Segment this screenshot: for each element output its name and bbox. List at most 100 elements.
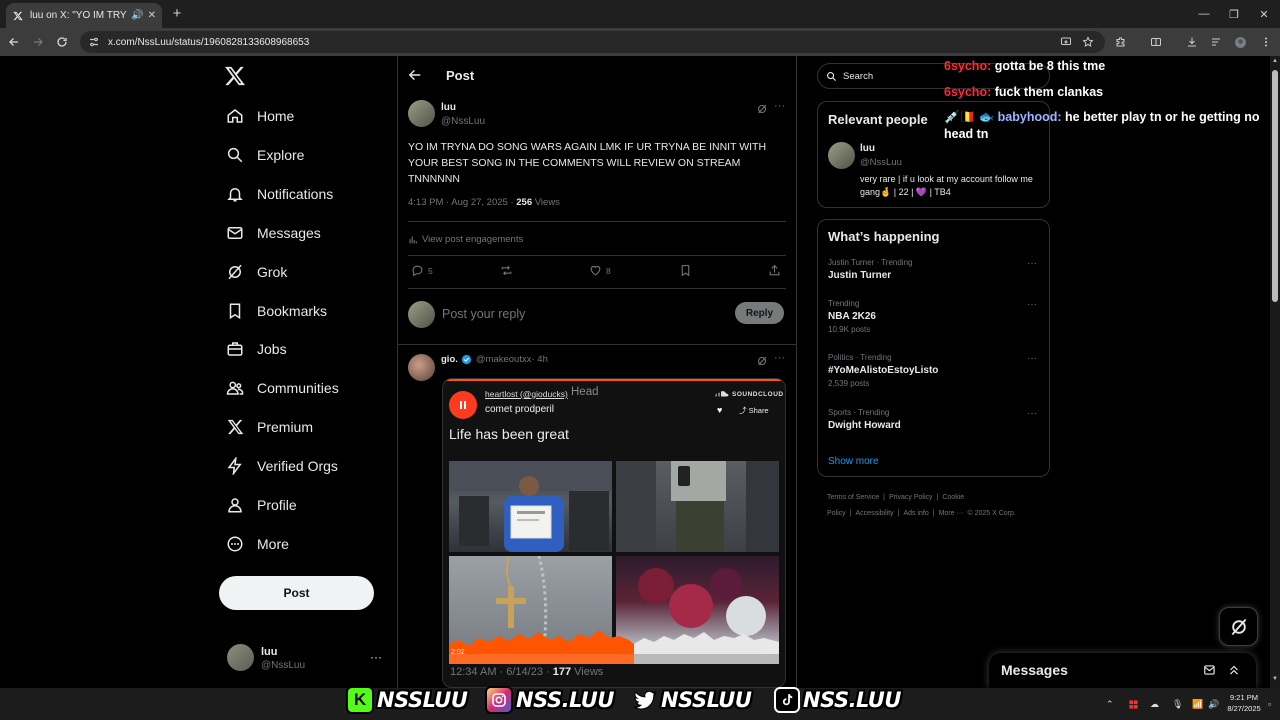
sidebar-item-jobs[interactable]: Jobs bbox=[226, 336, 287, 362]
split-view-icon[interactable] bbox=[1150, 32, 1162, 52]
trend-more-icon[interactable]: ··· bbox=[1027, 408, 1037, 419]
like-action[interactable]: 8 bbox=[589, 264, 611, 277]
grok-icon[interactable] bbox=[756, 354, 768, 366]
reading-list-icon[interactable] bbox=[1210, 32, 1222, 52]
back-arrow-icon[interactable] bbox=[408, 68, 422, 82]
sidebar-item-bookmarks[interactable]: Bookmarks bbox=[226, 298, 327, 324]
trend-item[interactable]: Justin Turner · Trending Justin Turner ··· bbox=[828, 258, 1043, 281]
soundcloud-waveform[interactable] bbox=[449, 614, 779, 664]
footer-link[interactable]: Terms of Service bbox=[827, 494, 879, 501]
soundcloud-embed[interactable]: Head heartlost (@gioducks) comet prodper… bbox=[442, 378, 786, 688]
pause-button[interactable] bbox=[449, 391, 477, 419]
cloud-icon[interactable]: ☁ bbox=[1150, 688, 1159, 720]
avatar bbox=[408, 301, 435, 328]
share-action[interactable] bbox=[768, 264, 785, 277]
soundcloud-artist[interactable]: heartlost (@gioducks) bbox=[485, 389, 568, 399]
wifi-icon[interactable]: 📶 bbox=[1192, 688, 1203, 720]
repost-action[interactable] bbox=[500, 264, 517, 277]
trend-context: Sports · Trending bbox=[828, 408, 890, 417]
heart-icon[interactable]: ♥ bbox=[717, 405, 722, 415]
volume-icon[interactable]: 🔊 bbox=[1208, 688, 1219, 720]
post-action-bar: 5 8 bbox=[408, 264, 788, 280]
avatar[interactable] bbox=[408, 100, 435, 127]
reload-icon[interactable] bbox=[52, 32, 72, 52]
relevant-person-name[interactable]: luu bbox=[860, 143, 875, 154]
extensions-icon[interactable] bbox=[1115, 32, 1127, 52]
footer-link[interactable]: Accessibility bbox=[856, 510, 894, 517]
comment-author-handle[interactable]: @makeoutxx bbox=[476, 354, 532, 365]
sidebar-item-notifications[interactable]: Notifications bbox=[226, 181, 333, 207]
close-tab-icon[interactable]: ✕ bbox=[148, 10, 156, 21]
comment-author-name[interactable]: gio. bbox=[441, 354, 458, 365]
expand-up-icon[interactable] bbox=[1227, 663, 1241, 677]
forward-icon[interactable] bbox=[28, 32, 48, 52]
more-icon[interactable]: ··· bbox=[774, 100, 785, 112]
url-bar[interactable]: x.com/NssLuu/status/1960828133608968653 bbox=[80, 31, 1105, 53]
post-author-name[interactable]: luu bbox=[441, 102, 456, 113]
x-logo-icon[interactable] bbox=[224, 66, 248, 88]
trend-item[interactable]: Politics · Trending #YoMeAlistoEstoyListo… bbox=[828, 353, 1043, 388]
new-message-icon[interactable] bbox=[1203, 663, 1217, 677]
page-scrollbar[interactable]: ▲ ▼ bbox=[1270, 56, 1280, 688]
sidebar-item-explore[interactable]: Explore bbox=[226, 142, 304, 168]
grok-icon[interactable] bbox=[756, 102, 768, 114]
avatar[interactable] bbox=[408, 354, 435, 381]
trend-item[interactable]: Trending NBA 2K26 10.9K posts ··· bbox=[828, 299, 1043, 334]
reply-action[interactable]: 5 bbox=[411, 264, 433, 277]
soundcloud-track-title[interactable]: comet prodperil bbox=[485, 404, 554, 415]
bookmark-action[interactable] bbox=[679, 264, 696, 277]
grok-float-button[interactable] bbox=[1219, 607, 1258, 646]
close-window-icon[interactable]: ✕ bbox=[1244, 0, 1280, 28]
profile-icon[interactable] bbox=[1234, 32, 1247, 52]
speaker-icon[interactable]: 🔊 bbox=[131, 10, 143, 21]
footer-link[interactable]: More ··· bbox=[939, 510, 964, 517]
footer-link[interactable]: Privacy Policy bbox=[889, 494, 933, 501]
back-icon[interactable] bbox=[4, 32, 24, 52]
post-timestamp[interactable]: 4:13 PM · Aug 27, 2025 · bbox=[408, 197, 516, 208]
sidebar-item-profile[interactable]: Profile bbox=[226, 492, 297, 518]
bookmark-star-icon[interactable] bbox=[1082, 32, 1094, 52]
tiktok-logo-icon bbox=[774, 687, 800, 713]
relevant-person-handle[interactable]: @NssLuu bbox=[860, 157, 902, 168]
tray-app-icon[interactable] bbox=[1128, 688, 1139, 720]
sidebar-item-communities[interactable]: Communities bbox=[226, 375, 339, 401]
site-info-icon[interactable] bbox=[88, 36, 100, 48]
messages-drawer[interactable]: Messages bbox=[989, 653, 1256, 688]
sidebar-item-messages[interactable]: Messages bbox=[226, 220, 321, 246]
trend-more-icon[interactable]: ··· bbox=[1027, 353, 1037, 364]
download-icon[interactable] bbox=[1186, 32, 1198, 52]
post-author-handle[interactable]: @NssLuu bbox=[441, 116, 485, 127]
soundcloud-logo[interactable]: SOUNDCLOUD bbox=[715, 390, 784, 398]
browser-menu-icon[interactable] bbox=[1260, 32, 1272, 52]
reply-input[interactable] bbox=[442, 305, 722, 323]
account-more-icon[interactable]: ··· bbox=[370, 650, 382, 664]
trend-more-icon[interactable]: ··· bbox=[1027, 258, 1037, 269]
scroll-up-icon[interactable]: ▲ bbox=[1272, 58, 1278, 64]
scroll-down-icon[interactable]: ▼ bbox=[1272, 676, 1278, 682]
post-button[interactable]: Post bbox=[219, 576, 374, 610]
account-switcher[interactable]: luu @NssLuu ··· bbox=[227, 644, 387, 674]
more-icon[interactable]: ··· bbox=[774, 352, 785, 364]
trend-more-icon[interactable]: ··· bbox=[1027, 299, 1037, 310]
install-app-icon[interactable] bbox=[1060, 32, 1072, 52]
sidebar-item-home[interactable]: Home bbox=[226, 103, 294, 129]
avatar[interactable] bbox=[828, 142, 855, 169]
view-engagements-link[interactable]: View post engagements bbox=[408, 234, 523, 245]
trend-item[interactable]: Sports · Trending Dwight Howard ··· bbox=[828, 408, 1043, 431]
browser-tab[interactable]: luu on X: "YO IM TRYNA DO 🔊 ✕ bbox=[6, 3, 162, 28]
scroll-thumb[interactable] bbox=[1272, 70, 1278, 302]
microphone-icon[interactable]: 🎙 bbox=[1172, 688, 1183, 720]
show-more-link[interactable]: Show more bbox=[828, 456, 879, 467]
sidebar-item-grok[interactable]: Grok bbox=[226, 259, 287, 285]
reply-button[interactable]: Reply bbox=[735, 302, 784, 324]
sidebar-item-verified-orgs[interactable]: Verified Orgs bbox=[226, 453, 338, 479]
notifications-icon[interactable]: ▫ bbox=[1268, 688, 1271, 720]
sidebar-item-premium[interactable]: Premium bbox=[226, 414, 313, 440]
footer-link[interactable]: Ads info bbox=[903, 510, 928, 517]
share-button[interactable]: ⤴ Share bbox=[739, 405, 769, 416]
sidebar-item-more[interactable]: More bbox=[226, 531, 289, 557]
new-tab-button[interactable]: + bbox=[168, 5, 186, 23]
tray-chevron-icon[interactable]: ⌃ bbox=[1106, 688, 1114, 720]
comment-time[interactable]: · 4h bbox=[531, 354, 547, 365]
taskbar-clock[interactable]: 9:21 PM 8/27/2025 bbox=[1222, 692, 1266, 714]
